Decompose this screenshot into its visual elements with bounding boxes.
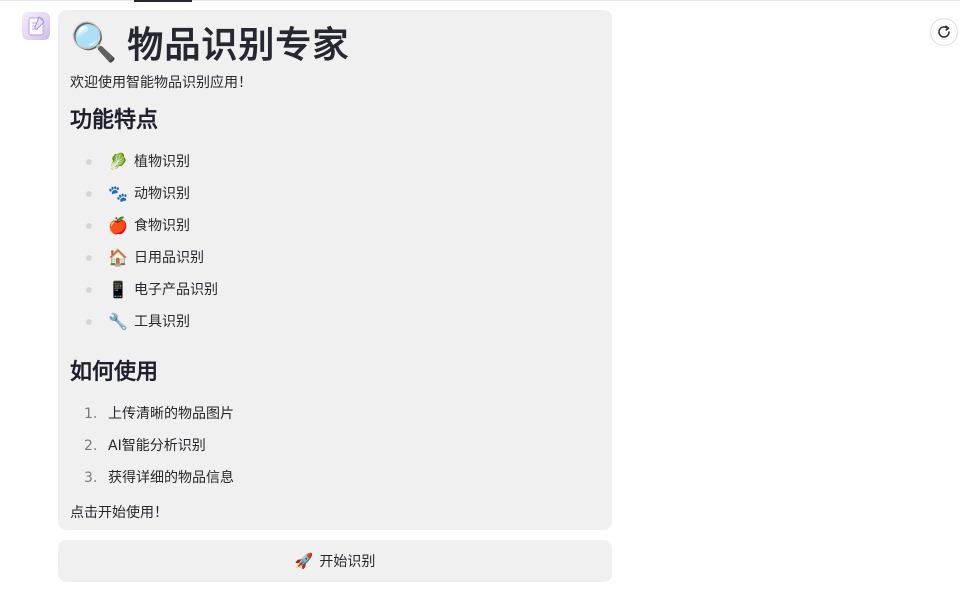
cta-text: 点击开始使用！ xyxy=(70,505,168,521)
bullet xyxy=(86,255,92,261)
step-number: 2. xyxy=(84,438,98,454)
feature-item-food: 🍎 食物识别 xyxy=(86,216,600,248)
step-label: AI智能分析识别 xyxy=(108,438,206,454)
house-icon: 🏠 xyxy=(108,248,128,267)
start-recognition-button[interactable]: 🚀 开始识别 xyxy=(58,540,612,582)
refresh-icon xyxy=(938,25,950,38)
title-row: 🔍 物品识别专家 xyxy=(70,16,600,68)
step-item: 2. AI智能分析识别 xyxy=(84,436,600,468)
page-title: 物品识别专家 xyxy=(127,25,350,66)
bullet xyxy=(86,191,92,197)
apple-icon: 🍎 xyxy=(108,216,128,235)
paw-icon: 🐾 xyxy=(108,184,128,203)
bullet xyxy=(86,223,92,229)
welcome-text: 欢迎使用智能物品识别应用！ xyxy=(70,75,252,91)
feature-item-animal: 🐾 动物识别 xyxy=(86,184,600,216)
features-list: 🥬 植物识别 🐾 动物识别 🍎 食物识别 🏠 日用品识别 📱 电子产品识别 🔧 … xyxy=(70,152,600,344)
feature-label: 日用品识别 xyxy=(134,250,204,266)
step-number: 1. xyxy=(84,406,98,422)
bullet xyxy=(86,287,92,293)
rocket-icon: 🚀 xyxy=(294,552,314,570)
howto-heading: 如何使用 xyxy=(70,360,159,385)
step-number: 3. xyxy=(84,470,98,486)
feature-label: 食物识别 xyxy=(134,218,190,234)
features-heading: 功能特点 xyxy=(70,108,159,133)
tool-icon: 🔧 xyxy=(108,312,128,331)
step-item: 3. 获得详细的物品信息 xyxy=(84,468,600,500)
step-item: 1. 上传清晰的物品图片 xyxy=(84,404,600,436)
refresh-button[interactable] xyxy=(930,18,958,46)
feature-item-daily: 🏠 日用品识别 xyxy=(86,248,600,280)
active-indicator xyxy=(134,0,192,2)
feature-label: 动物识别 xyxy=(134,186,190,202)
steps-list: 1. 上传清晰的物品图片 2. AI智能分析识别 3. 获得详细的物品信息 xyxy=(70,404,600,500)
phone-icon: 📱 xyxy=(108,280,128,299)
feature-label: 工具识别 xyxy=(134,314,190,330)
feature-item-electronics: 📱 电子产品识别 xyxy=(86,280,600,312)
feature-label: 电子产品识别 xyxy=(134,282,218,298)
feature-item-tool: 🔧 工具识别 xyxy=(86,312,600,344)
leaf-icon: 🥬 xyxy=(108,152,128,171)
step-label: 获得详细的物品信息 xyxy=(108,470,234,486)
magnifier-icon: 🔍 xyxy=(70,20,118,64)
feature-item-plant: 🥬 植物识别 xyxy=(86,152,600,184)
step-label: 上传清晰的物品图片 xyxy=(108,406,234,422)
bot-avatar xyxy=(22,12,50,40)
message-card: 🔍 物品识别专家 欢迎使用智能物品识别应用！ 功能特点 🥬 植物识别 🐾 动物识… xyxy=(58,10,612,530)
feature-label: 植物识别 xyxy=(134,154,190,170)
notepad-icon xyxy=(28,16,45,36)
bullet xyxy=(86,159,92,165)
start-button-label: 开始识别 xyxy=(319,554,376,570)
bullet xyxy=(86,319,92,325)
